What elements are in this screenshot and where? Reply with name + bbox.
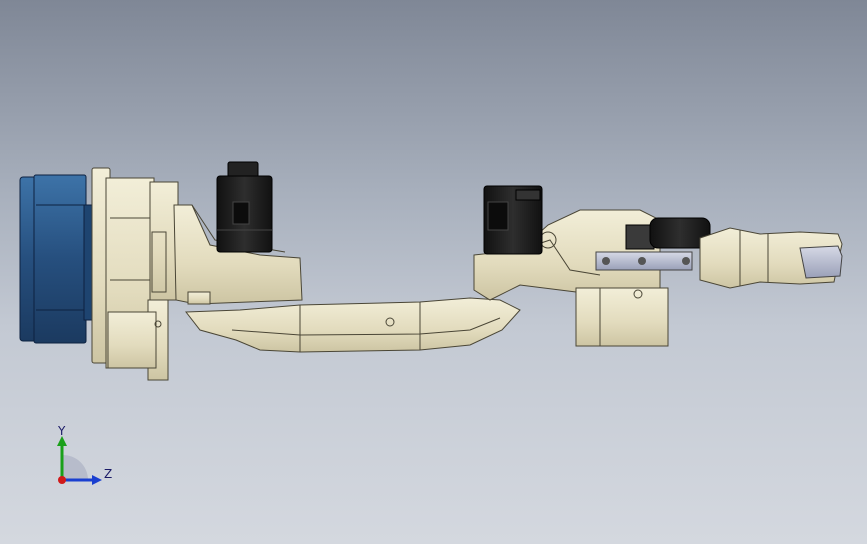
graphics-viewport[interactable]: Y Z <box>0 0 867 544</box>
coordinate-triad: Y Z <box>57 424 112 485</box>
end-effector[interactable] <box>799 245 843 279</box>
z-axis-arrow <box>92 475 102 485</box>
base-casting[interactable] <box>91 167 179 381</box>
shoulder-servo-motor[interactable] <box>216 161 273 253</box>
upper-arm-link[interactable] <box>185 297 521 353</box>
y-axis-label: Y <box>57 424 66 438</box>
z-axis-label: Z <box>104 467 112 481</box>
robot-arm-model[interactable] <box>0 0 867 544</box>
elbow-servo-motor[interactable] <box>483 185 543 255</box>
base-motor[interactable] <box>19 174 105 344</box>
x-axis-dot <box>58 476 66 484</box>
